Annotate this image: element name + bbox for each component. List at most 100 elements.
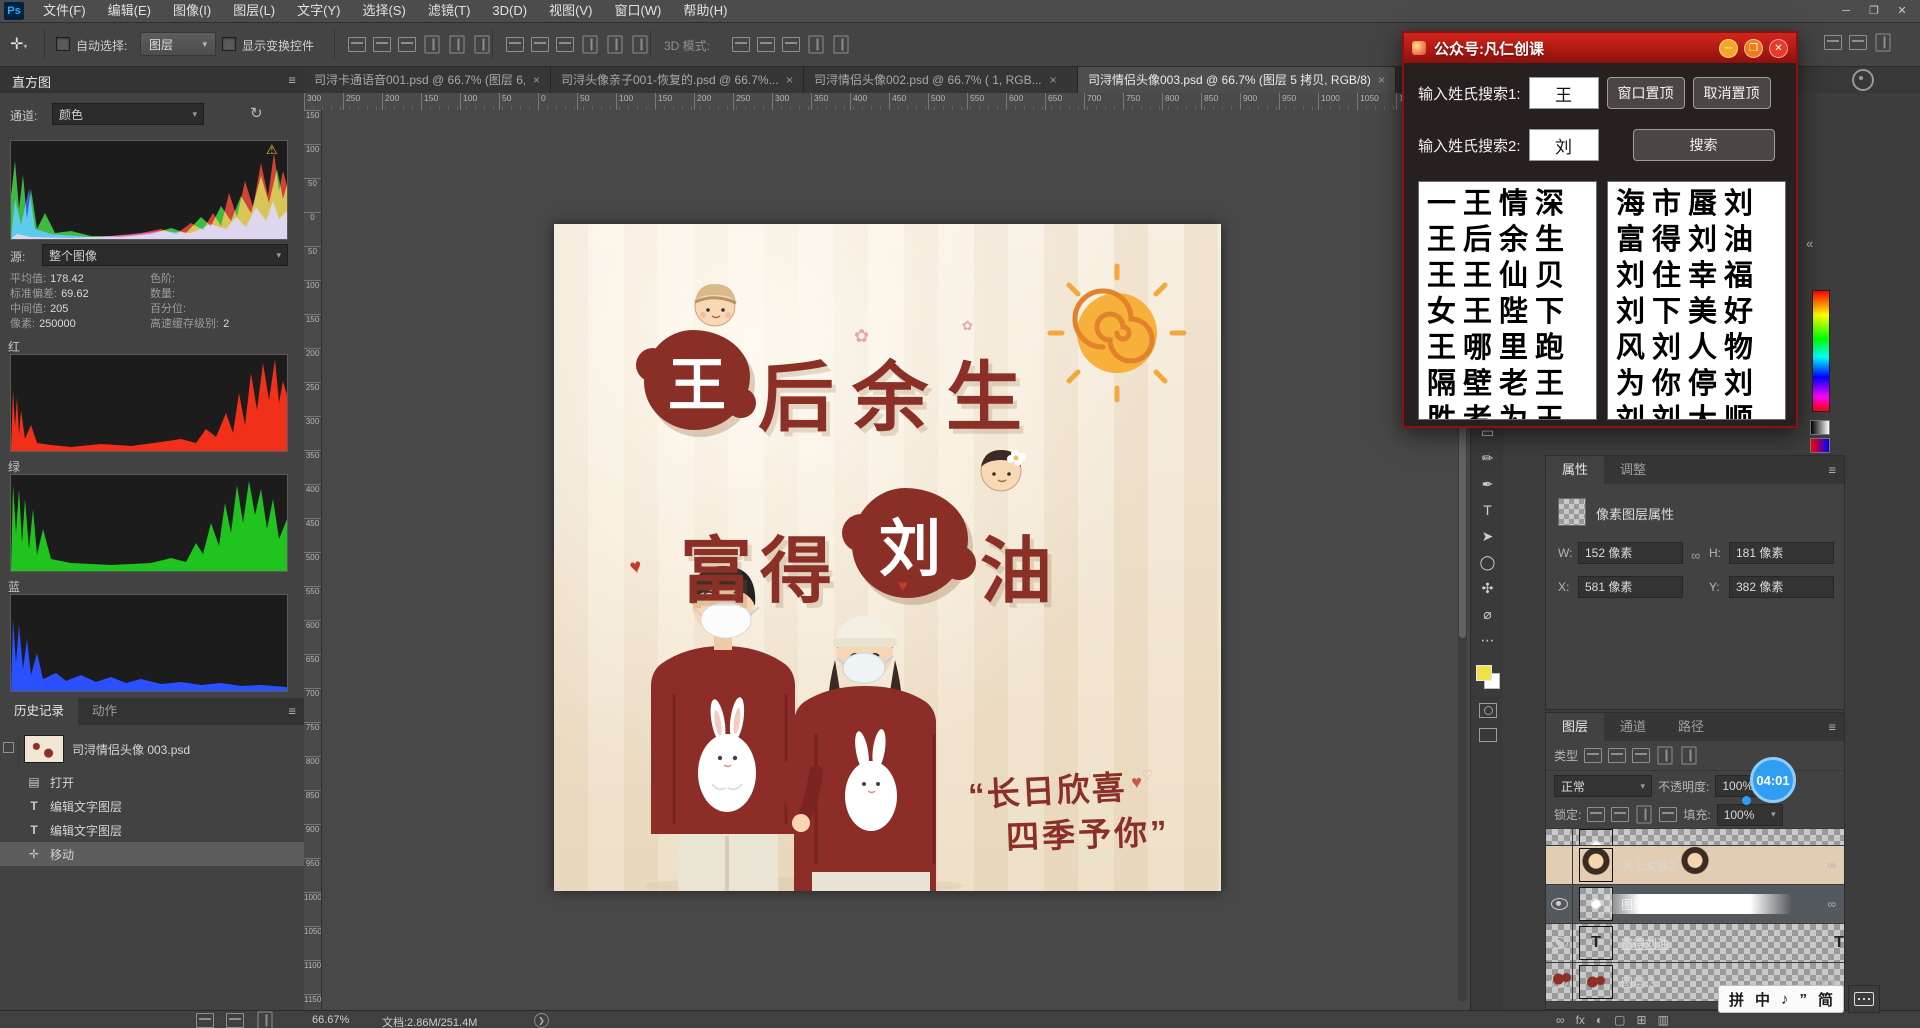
name-result-item[interactable]: 风刘人物 [1616,330,1777,366]
auto-select-dropdown[interactable]: 图层 [140,32,216,56]
name-result-item[interactable]: 海市蜃刘 [1616,186,1777,222]
delete-state-icon[interactable] [258,1012,273,1028]
name-result-item[interactable]: 王王仙贝 [1427,258,1588,294]
close-icon[interactable]: ✕ [1769,39,1788,58]
search-button[interactable]: 搜索 [1633,129,1775,161]
filter-type-dropdown[interactable]: 类型 [1554,747,1578,764]
history-state-row[interactable]: 打开 [0,770,304,794]
layers-panel-tab[interactable]: 通道 [1604,713,1662,741]
name-result-item[interactable]: 王后余生 [1427,222,1588,258]
ime-mode-item[interactable]: 简 [1818,989,1833,1010]
ime-mode-item[interactable]: ” [1800,991,1808,1008]
name-result-item[interactable]: 刘下美好 [1616,294,1777,330]
name-result-item[interactable]: 王哪里跑 [1427,330,1588,366]
name-result-item[interactable]: 女王陛下 [1427,294,1588,330]
3d-scale-icon[interactable] [834,36,849,54]
layer-thumbnail[interactable] [1579,965,1613,999]
filter-adjustment-icon[interactable] [1608,748,1626,763]
channel-select[interactable]: 颜色 [52,103,204,125]
layer-thumbnail[interactable] [1579,887,1613,921]
color-ramp-icon[interactable] [1810,438,1830,453]
properties-panel-tab[interactable]: 调整 [1604,456,1662,484]
name-result-item[interactable]: 隔壁老王 [1427,366,1588,402]
layer-name[interactable]: 图层 5拷贝 [1621,896,1827,913]
align-bottom-icon[interactable] [475,36,490,54]
layer-row[interactable]: 头上女孩2 [1546,846,1844,885]
link-layers-icon[interactable]: ∞ [1556,1013,1565,1027]
brush-tool-icon[interactable]: ✏ [1471,445,1504,471]
3d-roll-icon[interactable] [757,37,775,52]
transform-value-input[interactable]: 581 像素 [1578,576,1683,598]
history-brush-source-icon[interactable] [0,732,19,766]
new-group-icon[interactable]: ▢ [1614,1013,1625,1027]
uncached-data-warning-icon[interactable]: ⚠ [266,142,278,158]
new-snapshot-icon[interactable] [226,1013,244,1028]
distribute-bottom-icon[interactable] [556,37,574,52]
name-result-item[interactable]: 刘刘大顺 [1616,402,1777,420]
transform-value-input[interactable]: 382 像素 [1729,576,1834,598]
align-top-icon[interactable] [425,36,440,54]
ime-keyboard-button[interactable] [1848,985,1880,1013]
history-state-row[interactable]: 编辑文字图层 [0,818,304,842]
workspace-switcher-icon[interactable] [1849,35,1867,50]
layer-thumbnail[interactable] [1579,848,1613,882]
menu-item[interactable]: 帮助(H) [672,0,738,22]
properties-panel-tab[interactable]: 属性 [1546,456,1604,484]
layer-thumbnail[interactable] [1579,926,1613,960]
shape-tool-icon[interactable]: ◯ [1471,549,1504,575]
status-options-icon[interactable] [534,1013,549,1028]
3d-rotate-icon[interactable] [732,37,750,52]
maximize-icon[interactable]: ❐ [1744,39,1763,58]
minimize-window-icon[interactable]: ─ [1832,0,1860,22]
document-tab[interactable]: 司浔卡通语音001.psd @ 66.7% (图层 6,... × [304,66,551,93]
history-snapshot-row[interactable]: 司浔情侣头像 003.psd [0,732,304,766]
name-result-item[interactable]: 刘住幸福 [1616,258,1777,294]
fill-input[interactable]: 100% [1717,804,1783,826]
type-tool-icon[interactable]: T [1471,497,1504,523]
hand-tool-icon[interactable]: ✣ [1471,575,1504,601]
more-tools-icon[interactable]: ⋯ [1471,627,1504,653]
lock-transparency-icon[interactable] [1587,807,1605,822]
menu-item[interactable]: 文件(F) [32,0,97,22]
layer-name[interactable]: 头上女孩2 [1621,857,1827,874]
menu-item[interactable]: 编辑(E) [97,0,162,22]
3d-drag-icon[interactable] [782,37,800,52]
unpin-window-button[interactable]: 取消置顶 [1693,77,1771,109]
layer-visibility-toggle[interactable] [1546,846,1573,884]
auto-select-checkbox[interactable] [56,37,70,51]
panel-menu-icon[interactable] [1828,463,1836,478]
document-tab[interactable]: 司浔头像亲子001-恢复的.psd @ 66.7%... × [551,66,804,93]
minimize-icon[interactable]: ─ [1719,39,1738,58]
pen-tool-icon[interactable]: ✒ [1471,471,1504,497]
menu-item[interactable]: 文字(Y) [286,0,351,22]
close-window-icon[interactable]: ✕ [1888,0,1916,22]
transform-value-input[interactable]: 181 像素 [1729,542,1834,564]
color-spectrum-ramp[interactable] [1812,290,1830,412]
menu-item[interactable]: 滤镜(T) [417,0,482,22]
layer-visibility-toggle[interactable] [1546,885,1573,923]
zoom-tool-icon[interactable]: ⌀ [1471,601,1504,627]
distribute-left-icon[interactable] [583,36,598,54]
align-center-h-icon[interactable] [373,37,391,52]
menu-item[interactable]: 图层(L) [222,0,286,22]
panel-menu-icon[interactable] [288,704,296,719]
distribute-middle-icon[interactable] [531,37,549,52]
menu-item[interactable]: 视图(V) [538,0,603,22]
ime-mode-item[interactable]: 拼 [1729,989,1744,1010]
restore-window-icon[interactable]: ❐ [1860,0,1888,22]
search-icon[interactable] [1824,35,1842,50]
distribute-right-icon[interactable] [633,36,648,54]
blend-mode-select[interactable]: 正常 [1554,775,1652,797]
zoom-level-field[interactable]: 66.67% [312,1014,349,1026]
collapse-panels-icon[interactable] [1806,236,1813,251]
name-result-item[interactable]: 一王情深 [1427,186,1588,222]
screen-time-bubble[interactable]: 04:01 [1750,757,1796,803]
align-middle-icon[interactable] [450,36,465,54]
filter-type-icon[interactable] [1632,748,1650,763]
name-result-item[interactable]: 为你停刘 [1616,366,1777,402]
lock-position-icon[interactable] [1637,806,1652,824]
lock-all-icon[interactable] [1659,807,1677,822]
layer-thumbnail[interactable] [1579,829,1613,846]
close-tab-icon[interactable]: × [1050,73,1057,87]
align-right-icon[interactable] [398,37,416,52]
